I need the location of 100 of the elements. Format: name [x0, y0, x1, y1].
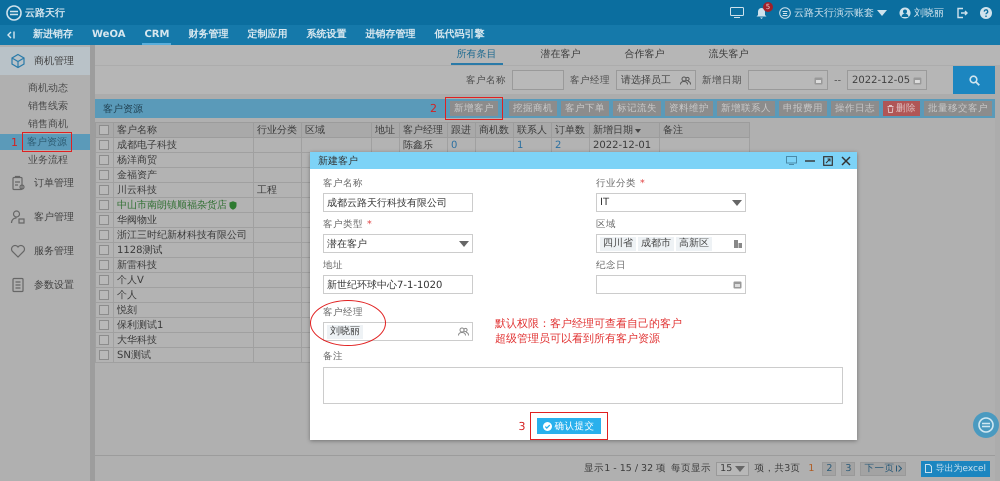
people-icon — [458, 327, 469, 336]
nav-tab[interactable]: 定制应用 — [245, 25, 290, 45]
toolbar-button[interactable]: 删除 — [883, 101, 920, 116]
column-header[interactable]: 跟进 — [448, 122, 476, 138]
checkbox[interactable] — [99, 170, 109, 180]
checkbox[interactable] — [99, 124, 109, 135]
sidebar-group[interactable]: 订单管理 — [0, 169, 90, 197]
table-cell: 金福资产 — [114, 168, 254, 182]
checkbox[interactable] — [99, 334, 109, 345]
user-tag: 刘晓丽 — [327, 324, 363, 338]
sidebar-item-label: 业务流程 — [27, 154, 68, 167]
checkbox[interactable] — [99, 244, 109, 255]
sidebar-group[interactable]: 参数设置 — [0, 271, 90, 299]
column-header[interactable]: 联系人 — [514, 122, 552, 138]
column-header[interactable]: 行业分类 — [254, 122, 302, 138]
checkbox[interactable] — [99, 304, 109, 315]
per-page-select[interactable]: 15 — [716, 462, 750, 476]
checkbox[interactable] — [99, 140, 109, 150]
region-tag: 四川省 — [600, 236, 636, 250]
region-tag: 成都市 — [638, 236, 674, 250]
tab[interactable]: 流失客户 — [702, 45, 754, 65]
calendar-icon — [733, 280, 742, 289]
help-icon[interactable] — [980, 6, 992, 18]
column-header[interactable]: 订单数 — [552, 122, 590, 138]
column-header[interactable]: 客户经理 — [400, 122, 448, 138]
nav-tab[interactable]: 系统设置 — [304, 25, 348, 45]
annotation-note: 超级管理员可以看到所有客户资源 — [495, 331, 661, 346]
filter-label: 新增日期 — [702, 74, 742, 86]
bell-icon[interactable] — [756, 6, 767, 18]
start-date-field[interactable] — [748, 70, 828, 90]
checkbox[interactable] — [99, 274, 109, 285]
page-button[interactable]: 2 — [822, 462, 836, 476]
nav-tab[interactable]: WeOA — [90, 25, 128, 45]
table-cell: 1128测试 — [114, 242, 254, 258]
nav-tab[interactable]: 新进销存 — [31, 25, 75, 45]
sidebar-group[interactable]: 客户管理 — [0, 203, 90, 231]
sidebar-item[interactable]: 商机动态 — [0, 80, 90, 96]
sort-caret-icon — [635, 129, 641, 133]
sidebar-item[interactable]: 销售商机 — [0, 116, 90, 132]
column-header[interactable]: 商机数 — [476, 122, 514, 138]
tab[interactable]: 合作客户 — [618, 45, 670, 65]
checkbox[interactable] — [99, 214, 109, 225]
sidebar-item[interactable]: 业务流程 — [0, 152, 90, 168]
user-name[interactable]: 刘晓丽 — [914, 6, 944, 20]
column-header[interactable]: 新增日期 — [590, 122, 660, 138]
nav-tab[interactable]: 财务管理 — [186, 25, 230, 45]
checkbox[interactable] — [99, 184, 109, 195]
manager-input[interactable]: 刘晓丽 — [323, 322, 473, 341]
page-button[interactable]: 3 — [841, 462, 856, 476]
calendar-icon — [814, 76, 824, 84]
column-header[interactable]: 客户名称 — [114, 122, 254, 138]
last-page-icon — [896, 465, 902, 472]
checkbox[interactable] — [99, 290, 109, 300]
column-header[interactable]: 备注 — [660, 122, 750, 138]
filter-label: 客户名称 — [466, 74, 506, 86]
checkbox[interactable] — [99, 230, 109, 240]
next-page-button[interactable]: 下一页 — [860, 462, 906, 476]
nav-tab[interactable]: 进销存管理 — [363, 25, 418, 45]
customer-type-select[interactable]: 潜在客户 — [323, 234, 473, 253]
industry-select[interactable]: IT — [596, 193, 746, 212]
sidebar-item[interactable]: 销售线索 — [0, 98, 90, 114]
monitor-icon[interactable] — [786, 156, 797, 165]
customer-name-field[interactable] — [512, 70, 564, 90]
sidebar-item[interactable]: 1 客户资源 — [0, 134, 90, 150]
monitor-icon[interactable] — [730, 7, 744, 18]
column-header[interactable]: 地址 — [372, 122, 400, 138]
logout-icon[interactable] — [956, 6, 968, 18]
people-icon — [680, 76, 692, 84]
checkbox[interactable] — [99, 350, 109, 360]
table-cell: 川云科技 — [114, 182, 254, 198]
sidebar-item-label: 客户资源 — [27, 136, 67, 149]
checkbox[interactable] — [99, 200, 109, 210]
sidebar-group[interactable]: 商机管理 — [0, 47, 90, 75]
customer-name-input[interactable]: 成都云路天行科技有限公司 — [323, 193, 473, 212]
manager-field[interactable]: 请选择员工 — [616, 70, 696, 90]
sidebar-group[interactable]: 服务管理 — [0, 237, 90, 265]
logo-icon — [6, 4, 22, 20]
notes-textarea[interactable] — [323, 367, 843, 404]
date-separator: -- — [834, 74, 841, 86]
maximize-icon[interactable] — [823, 156, 833, 166]
table-cell: 个人V — [114, 272, 254, 288]
region-field[interactable]: 四川省 成都市 高新区 — [596, 234, 746, 253]
submit-button[interactable]: 确认提交 — [536, 418, 600, 434]
account-name[interactable]: 云路天行演示账套 — [794, 6, 874, 20]
sidebar-group-label: 客户管理 — [34, 210, 74, 224]
export-button[interactable]: 导出为excel — [921, 460, 990, 476]
field-label: 区域 — [596, 218, 617, 231]
checkbox[interactable] — [99, 320, 109, 330]
table-cell: 保利测试1 — [114, 318, 254, 332]
page-button[interactable]: 1 — [805, 462, 818, 476]
checkbox[interactable] — [99, 154, 109, 165]
checkbox[interactable] — [99, 260, 109, 270]
end-date-field[interactable]: 2022-12-05 — [847, 70, 927, 90]
column-header[interactable]: 区域 — [302, 122, 372, 138]
nav-tab[interactable]: 低代码引擎 — [432, 25, 486, 45]
search-button[interactable] — [953, 66, 995, 94]
tab[interactable]: 潜在客户 — [534, 45, 586, 65]
address-input[interactable]: 新世纪环球中心7-1-1020 — [323, 275, 473, 294]
close-icon[interactable] — [841, 156, 851, 166]
anniversary-date-field[interactable] — [596, 275, 746, 294]
